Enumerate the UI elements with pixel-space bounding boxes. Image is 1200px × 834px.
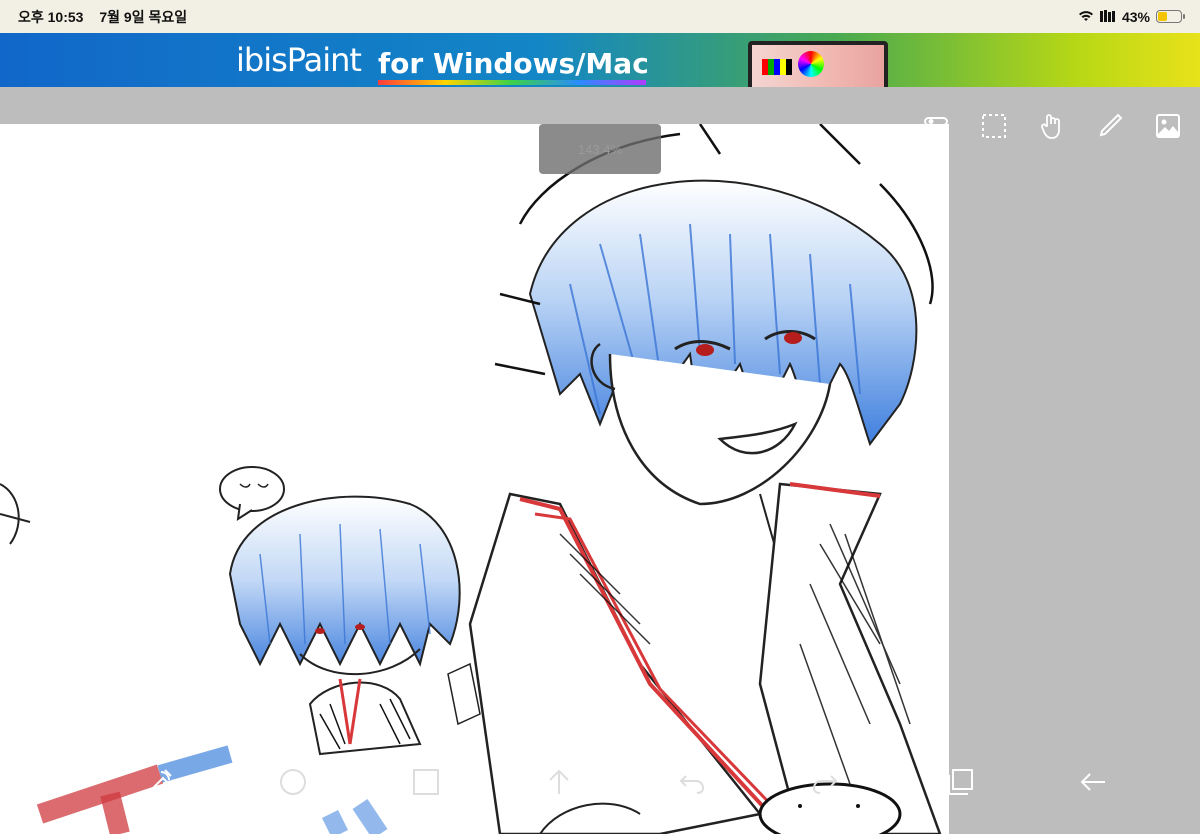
battery-icon: [1156, 10, 1185, 23]
brush-icon[interactable]: [1094, 110, 1126, 142]
ad-tagline: for Windows/Mac: [378, 47, 649, 80]
battery-percent: 43%: [1121, 8, 1150, 25]
library-icon: [1099, 9, 1116, 25]
back-arrow-icon[interactable]: [1071, 760, 1115, 804]
redo-icon[interactable]: [803, 760, 847, 804]
transform-icon[interactable]: [137, 760, 181, 804]
drawing-canvas[interactable]: [0, 124, 949, 834]
status-bar: 오후 10:53 7월 9일 목요일 43%: [0, 0, 1200, 33]
hand-icon[interactable]: [1036, 110, 1068, 142]
wifi-icon: [1078, 9, 1094, 25]
selection-icon[interactable]: [978, 110, 1010, 142]
toggle-icon[interactable]: [920, 110, 952, 142]
bottom-toolbar: [0, 760, 1200, 810]
sketch-artwork: [0, 124, 942, 834]
battery-fill: [1158, 12, 1168, 21]
top-toolbar: [920, 110, 1184, 142]
arrow-up-icon[interactable]: [537, 760, 581, 804]
color-wheel-icon: [798, 51, 824, 77]
palette-icon: [762, 59, 792, 75]
status-time: 오후 10:53: [18, 8, 84, 25]
undo-icon[interactable]: [670, 760, 714, 804]
ad-logo: ibisPaint: [236, 41, 362, 79]
status-right: 43%: [1078, 8, 1185, 25]
square-icon[interactable]: [404, 760, 448, 804]
zoom-indicator: 143.4%: [539, 124, 661, 174]
layers-icon[interactable]: [938, 760, 982, 804]
status-left: 오후 10:53 7월 9일 목요일: [18, 7, 199, 27]
ad-rainbow-underline: [378, 80, 646, 85]
ad-thumbnail-image: [748, 41, 888, 87]
image-icon[interactable]: [1152, 110, 1184, 142]
status-date: 7월 9일 목요일: [99, 8, 188, 25]
circle-icon[interactable]: [271, 760, 315, 804]
ad-banner[interactable]: ibisPaint for Windows/Mac: [0, 33, 1200, 87]
